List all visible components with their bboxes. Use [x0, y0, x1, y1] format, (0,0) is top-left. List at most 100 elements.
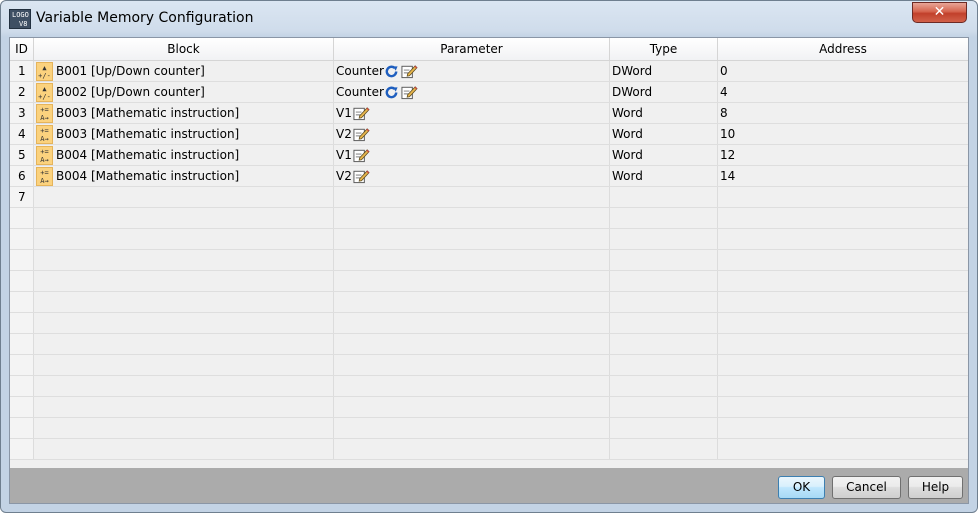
button-bar: OK Cancel Help	[10, 468, 968, 503]
row-id-cell: 6	[10, 166, 34, 186]
app-icon-version: V8	[19, 20, 28, 28]
parameter-cell[interactable]	[334, 355, 610, 375]
column-header-id[interactable]: ID	[10, 38, 34, 60]
table-row[interactable]: 1 ▲ +/- B001 [Up/Down counter] Counter DWord 0	[10, 61, 968, 82]
empty-table-row[interactable]	[10, 229, 968, 250]
edit-icon[interactable]	[353, 147, 370, 163]
block-cell[interactable]	[34, 397, 334, 417]
column-header-address[interactable]: Address	[718, 38, 968, 60]
column-header-parameter[interactable]: Parameter	[334, 38, 610, 60]
block-cell[interactable]: += A→ B003 [Mathematic instruction]	[34, 124, 334, 144]
block-cell[interactable]	[34, 187, 334, 207]
column-header-type[interactable]: Type	[610, 38, 718, 60]
empty-table-row[interactable]	[10, 313, 968, 334]
parameter-cell[interactable]: Counter	[334, 82, 610, 102]
variable-memory-table[interactable]: ID Block Parameter Type Address 1 ▲ +/- B00…	[10, 38, 968, 468]
table-row[interactable]: 3 += A→ B003 [Mathematic instruction] V1 Word…	[10, 103, 968, 124]
table-row[interactable]: 6 += A→ B004 [Mathematic instruction] V2 Word…	[10, 166, 968, 187]
math-instruction-icon: += A→	[36, 125, 53, 144]
help-button[interactable]: Help	[908, 476, 963, 499]
column-header-block[interactable]: Block	[34, 38, 334, 60]
refresh-icon[interactable]	[384, 64, 399, 79]
parameter-cell[interactable]	[334, 376, 610, 396]
row-id-cell	[10, 355, 34, 375]
block-cell[interactable]	[34, 376, 334, 396]
edit-icon[interactable]	[353, 126, 370, 142]
window-title: Variable Memory Configuration	[36, 10, 254, 26]
edit-icon[interactable]	[401, 63, 418, 79]
logo-app-icon: LOGO V8	[9, 9, 31, 29]
table-row[interactable]: 7	[10, 187, 968, 208]
parameter-cell[interactable]	[334, 313, 610, 333]
block-cell[interactable]	[34, 439, 334, 459]
empty-table-row[interactable]	[10, 250, 968, 271]
empty-table-row[interactable]	[10, 397, 968, 418]
parameter-cell[interactable]	[334, 397, 610, 417]
empty-table-row[interactable]	[10, 292, 968, 313]
block-cell[interactable]: ▲ +/- B001 [Up/Down counter]	[34, 61, 334, 81]
block-cell[interactable]	[34, 271, 334, 291]
block-cell[interactable]: += A→ B003 [Mathematic instruction]	[34, 103, 334, 123]
block-cell[interactable]	[34, 334, 334, 354]
parameter-cell[interactable]	[334, 439, 610, 459]
table-row[interactable]: 2 ▲ +/- B002 [Up/Down counter] Counter DWord 4	[10, 82, 968, 103]
empty-table-row[interactable]	[10, 376, 968, 397]
block-cell[interactable]	[34, 418, 334, 438]
address-cell	[718, 208, 968, 228]
edit-icon[interactable]	[401, 84, 418, 100]
close-button[interactable]: ✕	[912, 2, 967, 23]
table-row[interactable]: 4 += A→ B003 [Mathematic instruction] V2 Word…	[10, 124, 968, 145]
empty-table-row[interactable]	[10, 418, 968, 439]
table-row[interactable]: 5 += A→ B004 [Mathematic instruction] V1 Word…	[10, 145, 968, 166]
refresh-icon[interactable]	[384, 85, 399, 100]
parameter-cell[interactable]	[334, 334, 610, 354]
type-cell	[610, 313, 718, 333]
ok-button[interactable]: OK	[778, 476, 825, 499]
parameter-cell[interactable]	[334, 418, 610, 438]
parameter-cell[interactable]	[334, 208, 610, 228]
row-id-cell: 7	[10, 187, 34, 207]
parameter-cell[interactable]: Counter	[334, 61, 610, 81]
address-cell	[718, 376, 968, 396]
block-cell[interactable]	[34, 229, 334, 249]
address-cell	[718, 355, 968, 375]
block-cell[interactable]	[34, 355, 334, 375]
type-cell	[610, 187, 718, 207]
parameter-cell[interactable]: V2	[334, 124, 610, 144]
math-instruction-icon: += A→	[36, 167, 53, 186]
row-id-cell: 3	[10, 103, 34, 123]
parameter-cell[interactable]	[334, 187, 610, 207]
cancel-button[interactable]: Cancel	[832, 476, 901, 499]
parameter-cell[interactable]: V2	[334, 166, 610, 186]
row-id-cell	[10, 376, 34, 396]
block-cell[interactable]	[34, 208, 334, 228]
block-cell[interactable]	[34, 250, 334, 270]
block-cell[interactable]: += A→ B004 [Mathematic instruction]	[34, 166, 334, 186]
block-cell[interactable]	[34, 292, 334, 312]
type-cell: DWord	[610, 82, 718, 102]
empty-table-row[interactable]	[10, 355, 968, 376]
address-cell: 12	[720, 148, 736, 162]
block-cell[interactable]: ▲ +/- B002 [Up/Down counter]	[34, 82, 334, 102]
block-icon-glyph: +/-	[38, 72, 51, 80]
empty-table-row[interactable]	[10, 334, 968, 355]
parameter-cell[interactable]	[334, 292, 610, 312]
row-id-cell	[10, 334, 34, 354]
type-cell: Word	[610, 145, 718, 165]
edit-icon[interactable]	[353, 105, 370, 121]
row-id-cell	[10, 271, 34, 291]
parameter-cell[interactable]	[334, 229, 610, 249]
empty-table-row[interactable]	[10, 271, 968, 292]
edit-icon[interactable]	[353, 168, 370, 184]
block-cell[interactable]	[34, 313, 334, 333]
parameter-cell[interactable]	[334, 250, 610, 270]
type-cell: Word	[610, 166, 718, 186]
title-bar[interactable]: LOGO V8 Variable Memory Configuration ✕	[1, 1, 977, 37]
parameter-cell[interactable]: V1	[334, 103, 610, 123]
parameter-cell[interactable]: V1	[334, 145, 610, 165]
parameter-cell[interactable]	[334, 271, 610, 291]
empty-table-row[interactable]	[10, 439, 968, 460]
block-icon-glyph: A→	[40, 114, 49, 122]
empty-table-row[interactable]	[10, 208, 968, 229]
block-cell[interactable]: += A→ B004 [Mathematic instruction]	[34, 145, 334, 165]
